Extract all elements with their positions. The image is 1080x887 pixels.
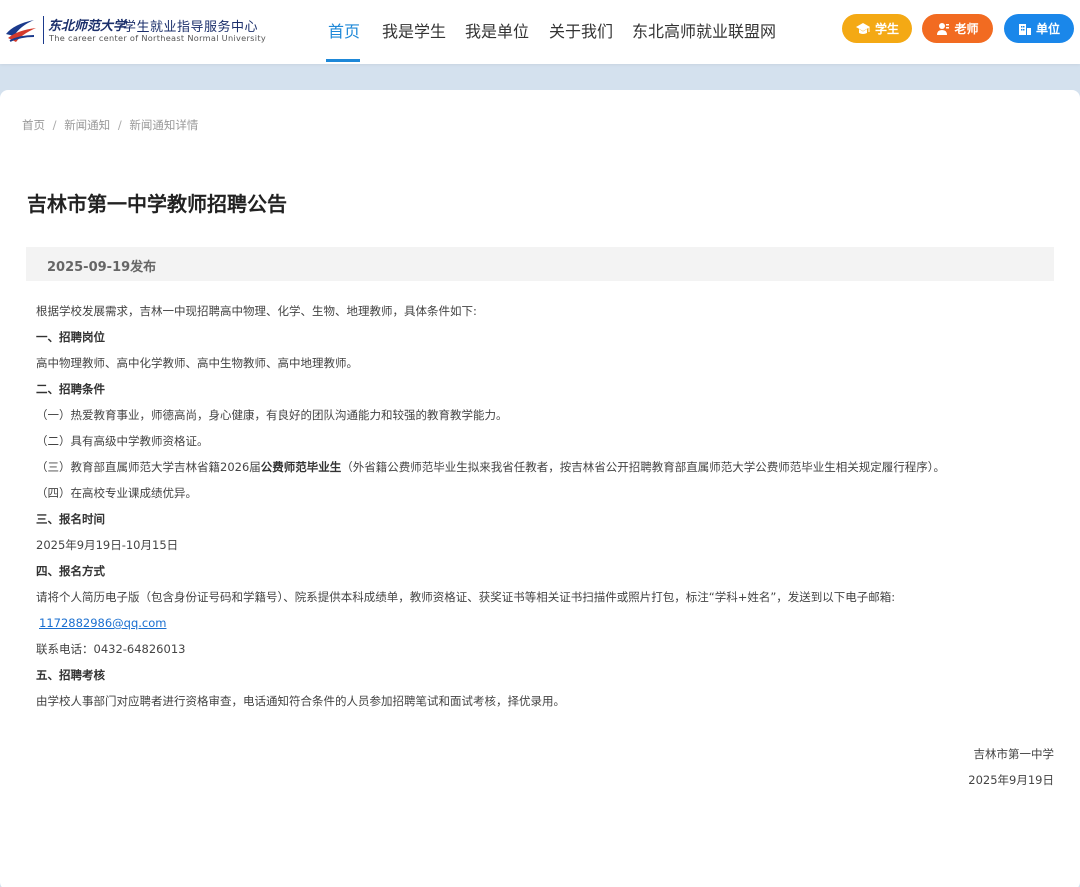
- nav-employer[interactable]: 我是单位: [465, 18, 529, 42]
- breadcrumb-separator: /: [117, 118, 122, 132]
- publish-date: 2025-09-19发布: [47, 260, 157, 275]
- building-icon: [1018, 23, 1031, 35]
- publish-date-bar: 2025-09-19发布: [26, 247, 1054, 281]
- nav-active-underline: [326, 59, 360, 62]
- logo-emblem-icon: [6, 20, 36, 42]
- section-heading: 五、招聘考核: [36, 668, 105, 682]
- breadcrumb-home[interactable]: 首页: [22, 117, 45, 133]
- application-instructions: 请将个人简历电子版（包含身份证号码和学籍号）、院系提供本科成绩单，教师资格证、获…: [36, 590, 896, 604]
- site-header: 东北师范大学 学生就业指导服务中心 The career center of N…: [0, 0, 1080, 64]
- condition-item: （三）教育部直属师范大学吉林省籍2026届公费师范毕业生（外省籍公费师范毕业生拟…: [36, 457, 1066, 483]
- nav-alliance[interactable]: 东北高师就业联盟网: [632, 18, 776, 42]
- site-logo[interactable]: 东北师范大学 学生就业指导服务中心 The career center of N…: [4, 12, 266, 48]
- condition-item: （四）在高校专业课成绩优异。: [36, 486, 197, 500]
- signature-block: 吉林市第一中学 2025年9月19日: [968, 744, 1054, 796]
- section-heading: 四、报名方式: [36, 564, 105, 578]
- teacher-login-button[interactable]: 老师: [922, 14, 993, 43]
- breadcrumb: 首页 / 新闻通知 / 新闻通知详情: [22, 117, 198, 133]
- contact-phone: 联系电话：0432-64826013: [36, 642, 186, 656]
- student-login-button[interactable]: 学生: [842, 14, 912, 43]
- article-card: 首页 / 新闻通知 / 新闻通知详情 吉林市第一中学教师招聘公告 2025-09…: [0, 90, 1080, 887]
- teacher-icon: [937, 22, 950, 35]
- email-link[interactable]: 1172882986@qq.com: [39, 616, 166, 630]
- logo-university-name: 东北师范大学: [48, 19, 127, 34]
- nav-about[interactable]: 关于我们: [549, 18, 613, 42]
- nav-home[interactable]: 首页: [328, 18, 360, 42]
- section-heading: 一、招聘岗位: [36, 330, 105, 344]
- signature-organization: 吉林市第一中学: [973, 747, 1055, 761]
- registration-period: 2025年9月19日-10月15日: [36, 538, 179, 552]
- condition-text: （外省籍公费师范毕业生拟来我省任教者，按吉林省公开招聘教育部直属师范大学公费师范…: [341, 460, 946, 474]
- nav-student[interactable]: 我是学生: [382, 18, 446, 42]
- breadcrumb-current: 新闻通知详情: [129, 118, 199, 132]
- student-button-label: 学生: [874, 22, 899, 36]
- condition-text: （三）教育部直属师范大学吉林省籍2026届: [36, 460, 261, 474]
- logo-divider: [43, 16, 44, 44]
- assessment-text: 由学校人事部门对应聘者进行资格审查，电话通知符合条件的人员参加招聘笔试和面试考核…: [36, 694, 565, 708]
- intro-text: 根据学校发展需求，吉林一中现招聘高中物理、化学、生物、地理教师，具体条件如下:: [36, 304, 477, 318]
- email-line: 1172882986@qq.com: [36, 613, 1066, 639]
- breadcrumb-separator: /: [52, 118, 57, 132]
- unit-button-label: 单位: [1035, 22, 1060, 36]
- section-heading: 二、招聘条件: [36, 382, 105, 396]
- condition-item: （一）热爱教育事业，师德高尚，身心健康，有良好的团队沟通能力和较强的教育教学能力…: [36, 408, 508, 422]
- breadcrumb-news[interactable]: 新闻通知: [64, 117, 110, 133]
- condition-emphasis: 公费师范毕业生: [260, 460, 342, 474]
- teacher-button-label: 老师: [954, 22, 979, 36]
- article-body: 根据学校发展需求，吉林一中现招聘高中物理、化学、生物、地理教师，具体条件如下: …: [36, 301, 1066, 717]
- condition-item: （二）具有高级中学教师资格证。: [36, 434, 209, 448]
- logo-english-name: The career center of Northeast Normal Un…: [49, 33, 266, 43]
- section-heading: 三、报名时间: [36, 512, 105, 526]
- signature-date: 2025年9月19日: [968, 773, 1054, 787]
- unit-login-button[interactable]: 单位: [1004, 14, 1074, 43]
- article-title: 吉林市第一中学教师招聘公告: [27, 192, 287, 216]
- positions-text: 高中物理教师、高中化学教师、高中生物教师、高中地理教师。: [36, 356, 358, 370]
- graduation-cap-icon: [855, 22, 870, 34]
